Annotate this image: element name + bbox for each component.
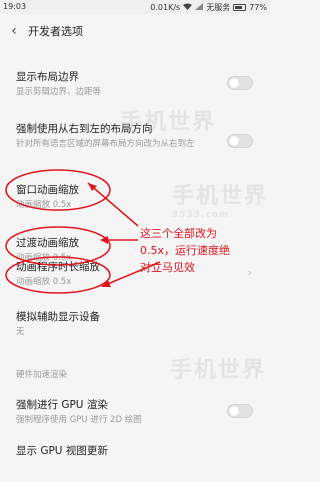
setting-title: 动画程序时长缩放 bbox=[16, 261, 100, 273]
setting-title: 窗口动画缩放 bbox=[16, 184, 79, 196]
header-bar: ‹ 开发者选项 bbox=[0, 14, 270, 48]
setting-title: 模拟辅助显示设备 bbox=[16, 311, 100, 323]
toggle-switch[interactable] bbox=[227, 76, 253, 90]
setting-title: 显示 GPU 视图更新 bbox=[16, 445, 108, 457]
network-speed: 0.01K/s bbox=[150, 3, 181, 12]
watermark-logo-3: 手机世界 bbox=[170, 358, 267, 383]
chevron-left-icon[interactable]: ‹ bbox=[0, 23, 28, 39]
carrier-text: 无服务 bbox=[206, 3, 231, 12]
setting-subtitle: 强制程序使用 GPU 进行 2D 绘图 bbox=[16, 415, 142, 425]
battery-icon bbox=[233, 4, 247, 11]
setting-subtitle: 显示剪辑边界、边距等 bbox=[16, 87, 102, 97]
setting-force-gpu-rendering[interactable]: 强制进行 GPU 渲染 强制程序使用 GPU 进行 2D 绘图 bbox=[0, 398, 270, 426]
toggle-switch[interactable] bbox=[227, 134, 253, 148]
section-header-hardware: 硬件加速渲染 bbox=[16, 370, 68, 380]
annotation-line-1: 这三个全部改为 bbox=[140, 227, 217, 240]
battery-percent: 77% bbox=[249, 3, 267, 12]
arrow-head-icon bbox=[101, 280, 111, 287]
wifi-icon bbox=[183, 3, 193, 12]
setting-subtitle: 动画缩放 0.5x bbox=[16, 277, 72, 287]
status-bar: 19:03 0.01K/s 无服务 77% bbox=[0, 0, 270, 14]
setting-subtitle: 动画缩放 0.5x bbox=[16, 200, 72, 210]
setting-simulate-secondary-display[interactable]: 模拟辅助显示设备 无 bbox=[0, 310, 270, 338]
setting-force-rtl[interactable]: 强制使用从右到左的布局方向 针对所有语言区域的屏幕布局方向改为从右到左 bbox=[0, 122, 270, 150]
annotation-line-2: 0.5x，运行速度绝 bbox=[140, 244, 231, 257]
setting-window-animation-scale[interactable]: 窗口动画缩放 动画缩放 0.5x bbox=[0, 183, 270, 211]
setting-title: 强制进行 GPU 渲染 bbox=[16, 399, 108, 411]
status-right: 0.01K/s 无服务 77% bbox=[150, 2, 267, 13]
page-title: 开发者选项 bbox=[28, 25, 83, 38]
setting-subtitle: 无 bbox=[16, 327, 25, 337]
setting-subtitle: 针对所有语言区域的屏幕布局方向改为从右到左 bbox=[16, 139, 195, 149]
setting-title: 显示布局边界 bbox=[16, 71, 79, 83]
signal-icon bbox=[195, 3, 204, 12]
toggle-switch[interactable] bbox=[227, 404, 253, 418]
setting-title: 强制使用从右到左的布局方向 bbox=[16, 123, 153, 135]
status-time: 19:03 bbox=[3, 2, 27, 11]
annotation-text: 这三个全部改为 0.5x，运行速度绝 对立马见效 bbox=[140, 225, 270, 276]
setting-show-gpu-view-updates[interactable]: 显示 GPU 视图更新 bbox=[0, 444, 270, 458]
annotation-line-3: 对立马见效 bbox=[140, 261, 195, 274]
setting-show-layout-bounds[interactable]: 显示布局边界 显示剪辑边界、边距等 bbox=[0, 70, 270, 98]
